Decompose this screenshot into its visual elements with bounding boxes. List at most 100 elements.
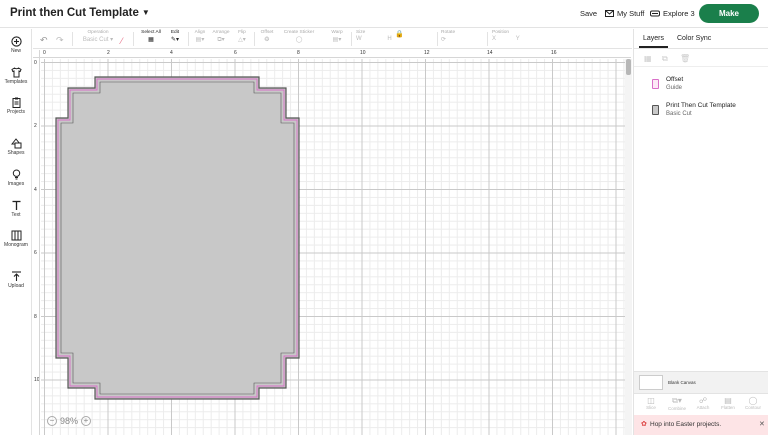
text-label: Text bbox=[11, 212, 21, 218]
blank-canvas-swatch[interactable] bbox=[639, 375, 663, 390]
design-canvas[interactable] bbox=[41, 59, 625, 435]
rotate-group[interactable]: Rotate ⟳ bbox=[441, 30, 481, 43]
align-button[interactable]: Align ▤▾ bbox=[191, 30, 209, 43]
contour-label: Contour bbox=[744, 405, 761, 410]
save-button[interactable]: Save bbox=[580, 9, 597, 18]
combine-button[interactable]: ⧉▾ Combine bbox=[665, 396, 689, 411]
operation-select[interactable]: Operation Basic Cut ▾ bbox=[79, 30, 117, 43]
projects-label: Projects bbox=[6, 109, 26, 115]
new-tool[interactable]: New bbox=[0, 36, 32, 54]
ruler-tick-label: 0 bbox=[34, 60, 37, 66]
tab-layers[interactable]: Layers bbox=[638, 35, 669, 48]
lock-icon[interactable]: 🔒 bbox=[395, 30, 404, 38]
ruler-tick-label: 12 bbox=[424, 50, 430, 56]
layers-panel: Layers Color Sync ▦ ⧉ 🗑 Offset Guide Pri… bbox=[633, 29, 768, 435]
mail-icon bbox=[605, 10, 614, 17]
arrange-button[interactable]: Arrange ⧉▾ bbox=[210, 30, 232, 44]
combine-label: Combine bbox=[667, 406, 686, 411]
flatten-button[interactable]: ▤ Flatten bbox=[716, 396, 740, 410]
promo-text: Hop into Easter projects. bbox=[650, 421, 722, 428]
redo-icon[interactable]: ↷ bbox=[56, 35, 64, 46]
zoom-level: 98% bbox=[60, 415, 79, 426]
ruler-tick-label: 10 bbox=[360, 50, 366, 56]
ruler-tick-label: 0 bbox=[43, 50, 46, 56]
divider bbox=[487, 32, 488, 46]
flip-button[interactable]: Flip △▾ bbox=[234, 30, 250, 43]
my-stuff-button[interactable]: My Stuff bbox=[605, 9, 644, 18]
height-field[interactable]: H bbox=[387, 36, 391, 42]
zoom-in-button[interactable]: + bbox=[81, 415, 92, 426]
images-tool[interactable]: Images bbox=[0, 169, 32, 187]
position-label: Position bbox=[492, 30, 510, 35]
template-shape[interactable] bbox=[55, 76, 300, 400]
ruler-tick-label: 4 bbox=[34, 187, 37, 193]
shapes-label: Shapes bbox=[7, 150, 25, 156]
vertical-scrollbar[interactable] bbox=[625, 59, 632, 435]
divider bbox=[133, 32, 134, 46]
blank-canvas-row[interactable]: Blank Canvas bbox=[634, 371, 768, 393]
create-sticker-button[interactable]: Create Sticker ◯ bbox=[282, 30, 316, 43]
document-title-dropdown[interactable]: Print then Cut Template ▼ bbox=[10, 7, 150, 19]
edit-toolbar: ↶ ↷ Operation Basic Cut ▾ ⁄ Select All ▦… bbox=[33, 29, 632, 49]
y-field[interactable]: Y bbox=[516, 36, 520, 42]
ruler-tick-label: 14 bbox=[487, 50, 493, 56]
explore-button[interactable]: Explore 3 bbox=[650, 9, 695, 18]
make-button[interactable]: Make bbox=[699, 4, 759, 23]
undo-icon[interactable]: ↶ bbox=[40, 35, 48, 46]
document-title: Print then Cut Template bbox=[10, 7, 139, 19]
offset-label: Offset bbox=[260, 30, 274, 35]
select-all-button[interactable]: Select All ▦ bbox=[137, 30, 165, 43]
slice-button[interactable]: ◫ Slice bbox=[639, 396, 663, 410]
monogram-tool[interactable]: Monogram bbox=[0, 230, 32, 248]
tab-color-sync[interactable]: Color Sync bbox=[677, 35, 711, 42]
images-label: Images bbox=[7, 181, 25, 187]
divider bbox=[351, 32, 352, 46]
divider bbox=[72, 32, 73, 46]
size-fields: W H bbox=[356, 36, 426, 42]
vertical-ruler: 0 2 4 6 8 10 bbox=[33, 58, 40, 435]
duplicate-icon[interactable]: ⧉ bbox=[662, 54, 668, 64]
templates-tool[interactable]: Templates bbox=[0, 67, 32, 85]
position-group: Position X Y bbox=[492, 30, 562, 42]
slice-icon: ◫ bbox=[647, 396, 655, 405]
upload-tool[interactable]: Upload bbox=[0, 271, 32, 289]
group-icon[interactable]: ▦ bbox=[644, 54, 652, 63]
x-field[interactable]: X bbox=[492, 36, 496, 42]
create-sticker-label: Create Sticker bbox=[283, 30, 315, 35]
attach-button[interactable]: ☍ Attach bbox=[691, 396, 715, 410]
attach-icon: ☍ bbox=[698, 396, 708, 405]
ruler-tick-label: 6 bbox=[34, 250, 37, 256]
warp-button[interactable]: Warp ▤▾ bbox=[328, 30, 346, 43]
pen-color-icon[interactable]: ⁄ bbox=[121, 36, 123, 46]
close-icon[interactable]: ✕ bbox=[759, 420, 765, 428]
offset-button[interactable]: Offset ❂ bbox=[257, 30, 277, 43]
left-toolbar: New Templates Projects Shapes Images Tex… bbox=[0, 29, 32, 435]
bunny-icon: ✿ bbox=[641, 421, 647, 428]
promo-banner[interactable]: ✿ Hop into Easter projects. ✕ bbox=[634, 415, 768, 435]
text-tool[interactable]: Text bbox=[0, 200, 32, 218]
contour-button[interactable]: ◯ Contour bbox=[741, 396, 765, 410]
edit-button[interactable]: Edit ✎▾ bbox=[166, 30, 184, 43]
explore-label: Explore 3 bbox=[663, 9, 695, 18]
zoom-out-button[interactable]: − bbox=[47, 415, 57, 426]
width-field[interactable]: W bbox=[356, 36, 362, 42]
position-fields: X Y bbox=[492, 36, 562, 42]
ruler-tick-label: 10 bbox=[34, 377, 40, 383]
ruler-tick-label: 16 bbox=[551, 50, 557, 56]
delete-icon[interactable]: 🗑 bbox=[680, 54, 690, 63]
combine-toolbar: ◫ Slice ⧉▾ Combine ☍ Attach ▤ Flatten ◯ … bbox=[634, 393, 768, 415]
shapes-tool[interactable]: Shapes bbox=[0, 138, 32, 156]
layer-item[interactable]: Offset Guide bbox=[652, 76, 767, 96]
projects-tool[interactable]: Projects bbox=[0, 97, 32, 115]
my-stuff-label: My Stuff bbox=[617, 9, 645, 18]
attach-label: Attach bbox=[696, 405, 710, 410]
flatten-icon: ▤ bbox=[724, 396, 732, 405]
warp-label: Warp bbox=[331, 30, 343, 35]
layer-operation: Basic Cut bbox=[666, 111, 692, 117]
divider bbox=[254, 32, 255, 46]
scrollbar-thumb[interactable] bbox=[626, 59, 631, 75]
flip-icon: △▾ bbox=[238, 37, 246, 43]
bulb-icon bbox=[12, 169, 20, 180]
layer-item[interactable]: Print Then Cut Template Basic Cut bbox=[652, 102, 767, 122]
slice-label: Slice bbox=[646, 405, 656, 410]
